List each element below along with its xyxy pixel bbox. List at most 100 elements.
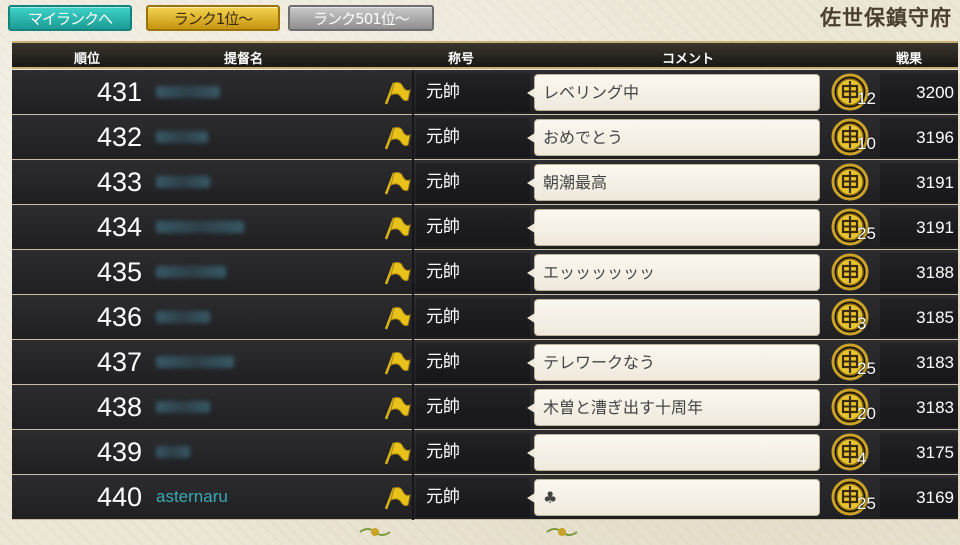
- score-value: 3183: [916, 353, 954, 372]
- medal-count: 25: [857, 494, 876, 513]
- admiral-name: asternaru: [156, 487, 228, 506]
- rank-number: 435: [96, 257, 142, 287]
- comment-bubble: 朝潮最高: [527, 164, 820, 201]
- admiral-name-redacted: [156, 311, 210, 323]
- rank-number: 440: [96, 482, 142, 512]
- comment-bubble: ♣: [527, 479, 820, 516]
- medal-count: 10: [857, 134, 876, 153]
- table-row[interactable]: 431 元帥 レベリング中 12 3200: [12, 70, 958, 115]
- score-value: 3191: [916, 218, 954, 237]
- rank-number: 438: [96, 392, 142, 422]
- admiral-name-redacted: [156, 356, 234, 368]
- comment-bubble: レベリング中: [527, 74, 820, 111]
- top-bar: マイランクへ ランク1位～ ランク501位～ 佐世保鎮守府: [8, 4, 952, 32]
- ranking-list: 431 元帥 レベリング中 12 3200 432 元帥 おめでとう 10 31…: [12, 70, 958, 520]
- score-value: 3191: [916, 173, 954, 192]
- score-value: 3185: [916, 308, 954, 327]
- table-row[interactable]: 434 元帥 25 3191: [12, 205, 958, 250]
- flag-icon: [384, 442, 411, 465]
- score-cell: 3183: [880, 343, 958, 382]
- rank-title: 元帥: [416, 388, 530, 427]
- admiral-name-redacted: [156, 446, 190, 458]
- comment-bubble: 木曽と漕ぎ出す十周年: [527, 389, 820, 426]
- rank-number: 439: [96, 437, 142, 467]
- my-rank-button[interactable]: マイランクへ: [8, 5, 132, 31]
- header-rank: 順位: [74, 52, 101, 67]
- table-row[interactable]: 440 asternaru 元帥 ♣ 25 3169: [12, 475, 958, 520]
- medal-count: 4: [857, 449, 867, 468]
- admiral-name-redacted: [156, 266, 226, 278]
- table-row[interactable]: 435 元帥 エッッッッッッ 3188: [12, 250, 958, 295]
- score-cell: 3196: [880, 118, 958, 157]
- admiral-name-cell: [156, 123, 376, 151]
- flag-icon: [384, 217, 411, 240]
- flag-icon: [384, 307, 411, 330]
- comment-bubble: テレワークなう: [527, 344, 820, 381]
- score-value: 3183: [916, 398, 954, 417]
- table-row[interactable]: 433 元帥 朝潮最高 3191: [12, 160, 958, 205]
- column-divider: [412, 70, 414, 115]
- column-divider: [412, 205, 414, 250]
- rank-title: 元帥: [416, 253, 530, 292]
- column-divider: [412, 250, 414, 295]
- rank-title: 元帥: [416, 208, 530, 247]
- rank-title: 元帥: [416, 343, 530, 382]
- admiral-name-cell: asternaru: [156, 483, 376, 511]
- table-row[interactable]: 432 元帥 おめでとう 10 3196: [12, 115, 958, 160]
- ornament-icon: [359, 528, 391, 536]
- score-cell: 3191: [880, 208, 958, 247]
- flag-icon: [384, 397, 411, 420]
- header-comment: コメント: [662, 52, 715, 67]
- rank-title: 元帥: [416, 433, 530, 472]
- score-value: 3196: [916, 128, 954, 147]
- admiral-name-cell: [156, 303, 376, 331]
- score-cell: 3185: [880, 298, 958, 337]
- medal-icon: [831, 253, 869, 291]
- column-divider: [412, 430, 414, 475]
- comment-bubble: [527, 434, 820, 471]
- rank-title: 元帥: [416, 298, 530, 337]
- score-value: 3200: [916, 83, 954, 102]
- admiral-name-redacted: [156, 131, 208, 143]
- medal-count: 25: [857, 359, 876, 378]
- admiral-name-cell: [156, 168, 376, 196]
- rank-number: 436: [96, 302, 142, 332]
- column-divider: [412, 115, 414, 160]
- admiral-name-redacted: [156, 176, 210, 188]
- flag-icon: [384, 487, 411, 510]
- admiral-name-cell: [156, 258, 376, 286]
- admiral-name-cell: [156, 438, 376, 466]
- table-row[interactable]: 436 元帥 3 3185: [12, 295, 958, 340]
- column-divider: [412, 295, 414, 340]
- rank-number: 432: [96, 122, 142, 152]
- medal-count: 12: [857, 89, 876, 108]
- rank-number: 431: [96, 77, 142, 107]
- admiral-name-cell: [156, 348, 376, 376]
- comment-bubble: [527, 299, 820, 336]
- score-cell: 3188: [880, 253, 958, 292]
- admiral-name-cell: [156, 393, 376, 421]
- rank-title: 元帥: [416, 163, 530, 202]
- column-divider: [412, 340, 414, 385]
- table-row[interactable]: 439 元帥 4 3175: [12, 430, 958, 475]
- admiral-name-redacted: [156, 86, 220, 98]
- rank-title: 元帥: [416, 73, 530, 112]
- rank-501-button[interactable]: ランク501位～: [288, 5, 434, 31]
- score-value: 3188: [916, 263, 954, 282]
- score-value: 3169: [916, 488, 954, 507]
- admiral-name-cell: [156, 213, 376, 241]
- admiral-name-cell: [156, 78, 376, 106]
- table-row[interactable]: 438 元帥 木曽と漕ぎ出す十周年 20 3183: [12, 385, 958, 430]
- medal-count: 25: [857, 224, 876, 243]
- header-score: 戦果: [896, 52, 923, 67]
- table-row[interactable]: 437 元帥 テレワークなう 25 3183: [12, 340, 958, 385]
- column-divider: [412, 475, 414, 520]
- score-cell: 3191: [880, 163, 958, 202]
- comment-bubble: おめでとう: [527, 119, 820, 156]
- score-cell: 3200: [880, 73, 958, 112]
- medal-count: 3: [857, 314, 867, 333]
- comment-bubble: エッッッッッッ: [527, 254, 820, 291]
- rank-1-button[interactable]: ランク1位～: [146, 5, 280, 31]
- comment-bubble: [527, 209, 820, 246]
- medal-icon: [831, 163, 869, 201]
